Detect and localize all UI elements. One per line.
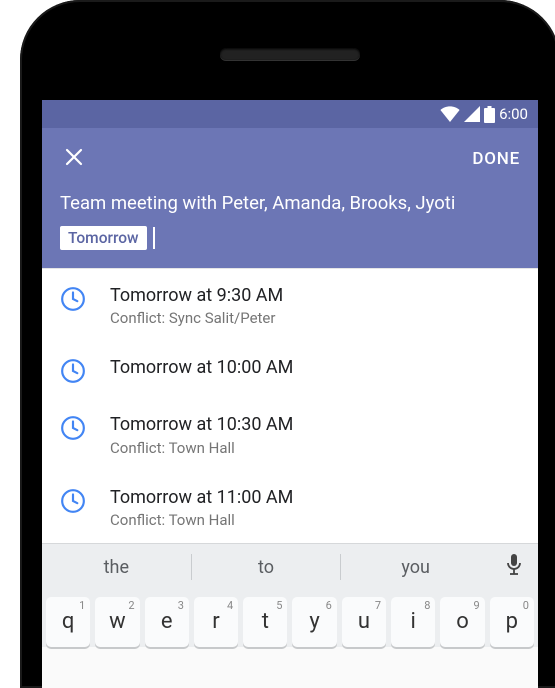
- event-title-input[interactable]: Team meeting with Peter, Amanda, Brooks,…: [60, 192, 520, 214]
- suggestion-primary: Tomorrow at 9:30 AM: [110, 284, 520, 308]
- time-suggestions-list: Tomorrow at 9:30 AM Conflict: Sync Salit…: [42, 268, 538, 543]
- suggestion-primary: Tomorrow at 10:30 AM: [110, 413, 520, 437]
- suggestion-primary: Tomorrow at 10:00 AM: [110, 356, 520, 380]
- key-letter: o: [456, 609, 469, 634]
- key-letter: t: [262, 609, 269, 634]
- clock-icon: [60, 358, 86, 384]
- key-number-hint: 8: [424, 599, 430, 612]
- key-letter: p: [506, 609, 518, 634]
- keyboard-key-e[interactable]: 3e: [145, 597, 189, 647]
- screen: 6:00 DONE Team meeting with Peter, Amand…: [42, 100, 538, 688]
- key-number-hint: 9: [473, 599, 479, 612]
- keyboard-key-i[interactable]: 8i: [391, 597, 435, 647]
- key-letter: i: [411, 609, 416, 634]
- key-number-hint: 0: [523, 599, 529, 612]
- key-number-hint: 6: [326, 599, 332, 612]
- key-number-hint: 7: [375, 599, 381, 612]
- phone-speaker: [220, 48, 360, 60]
- time-chip[interactable]: Tomorrow: [60, 226, 147, 250]
- keyboard-suggestion[interactable]: you: [341, 557, 490, 578]
- suggestion-row[interactable]: Tomorrow at 11:00 AM Conflict: Town Hall: [42, 471, 538, 543]
- suggestion-secondary: Conflict: Town Hall: [110, 439, 520, 457]
- key-number-hint: 3: [178, 599, 184, 612]
- keyboard-suggestion[interactable]: to: [192, 557, 341, 578]
- key-number-hint: 2: [128, 599, 134, 612]
- clock-icon: [60, 286, 86, 312]
- suggestion-row[interactable]: Tomorrow at 10:30 AM Conflict: Town Hall: [42, 398, 538, 470]
- app-bar: DONE: [42, 128, 538, 190]
- keyboard-suggestion-bar: the to you: [42, 543, 538, 591]
- key-number-hint: 4: [227, 599, 233, 612]
- close-icon: [64, 147, 84, 171]
- mic-button[interactable]: [490, 554, 538, 580]
- phone-frame: 6:00 DONE Team meeting with Peter, Amand…: [20, 0, 555, 688]
- event-input-area[interactable]: Team meeting with Peter, Amanda, Brooks,…: [42, 190, 538, 268]
- cell-signal-icon: [464, 106, 480, 122]
- suggestion-primary: Tomorrow at 11:00 AM: [110, 486, 520, 510]
- battery-icon: [484, 106, 495, 123]
- close-button[interactable]: [60, 145, 88, 173]
- keyboard-key-q[interactable]: 1q: [46, 597, 90, 647]
- keyboard-key-w[interactable]: 2w: [95, 597, 139, 647]
- key-letter: u: [358, 609, 370, 634]
- key-letter: r: [212, 609, 219, 634]
- chip-row: Tomorrow: [60, 226, 520, 250]
- suggestion-secondary: Conflict: Sync Salit/Peter: [110, 309, 520, 327]
- keyboard-suggestion[interactable]: the: [42, 557, 191, 578]
- keyboard-row: 1q2w3e4r5t6y7u8i9o0p: [46, 597, 534, 647]
- keyboard-key-p[interactable]: 0p: [490, 597, 534, 647]
- status-time: 6:00: [499, 105, 528, 123]
- suggestion-row[interactable]: Tomorrow at 9:30 AM Conflict: Sync Salit…: [42, 269, 538, 341]
- done-button[interactable]: DONE: [472, 149, 520, 169]
- suggestion-secondary: Conflict: Town Hall: [110, 511, 520, 529]
- keyboard-key-o[interactable]: 9o: [440, 597, 484, 647]
- key-letter: q: [62, 609, 75, 634]
- text-cursor: [153, 227, 155, 249]
- keyboard: 1q2w3e4r5t6y7u8i9o0p: [42, 591, 538, 647]
- wifi-icon: [440, 106, 460, 122]
- keyboard-key-u[interactable]: 7u: [342, 597, 386, 647]
- key-number-hint: 5: [276, 599, 282, 612]
- keyboard-key-r[interactable]: 4r: [194, 597, 238, 647]
- key-number-hint: 1: [79, 599, 85, 612]
- key-letter: y: [309, 609, 319, 634]
- clock-icon: [60, 415, 86, 441]
- suggestion-row[interactable]: Tomorrow at 10:00 AM: [42, 341, 538, 398]
- key-letter: e: [161, 609, 173, 634]
- keyboard-key-t[interactable]: 5t: [243, 597, 287, 647]
- mic-icon: [505, 554, 523, 580]
- keyboard-key-y[interactable]: 6y: [292, 597, 336, 647]
- clock-icon: [60, 488, 86, 514]
- status-bar: 6:00: [42, 100, 538, 128]
- key-letter: w: [109, 609, 126, 634]
